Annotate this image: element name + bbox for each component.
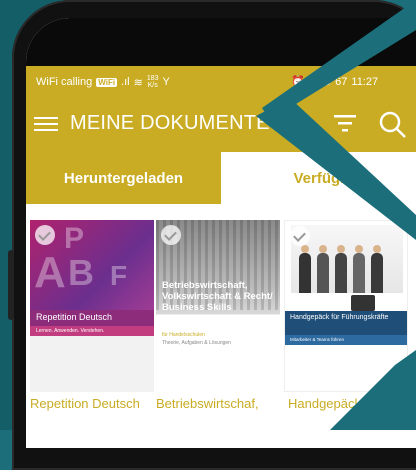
book-cover-handgepaeck[interactable]: Handgepäck für Führungskräfte Mitarbeite… [284, 220, 408, 392]
tab-bar: Heruntergeladen Verfügbar [26, 152, 416, 204]
book-cover-subtitle: Mitarbeiter & Teams führen [285, 335, 407, 345]
time-label: 11:27 [351, 75, 379, 88]
carrier-label: WiFi calling [36, 76, 93, 88]
app-bar: MEINE DOKUMENTE [26, 96, 416, 152]
select-check-icon[interactable] [290, 226, 310, 246]
phone-side-button [8, 250, 14, 320]
wifi-icon: ≋ [133, 76, 143, 89]
speed-value: 183 [146, 75, 159, 82]
tab-heruntergeladen[interactable]: Heruntergeladen [26, 152, 221, 204]
documents-grid: P A B F Repetition Deutsch Lernen. Anwen… [26, 204, 416, 448]
tab-verfuegbar[interactable]: Verfügbar [221, 152, 416, 204]
book-caption[interactable]: Repetition Deutsch [30, 396, 140, 411]
signal-icon: .ıl [121, 76, 130, 88]
book-cover-title-text: Handgepäck für Führungskräfte [290, 314, 389, 321]
book-cover-subtitle: Lernen. Anwenden. Verstehen. [30, 326, 154, 336]
book-cover-title: Repetition Deutsch [30, 310, 154, 326]
battery-percent: 67 [335, 75, 348, 88]
search-icon[interactable] [378, 110, 408, 138]
book-cover-title: Handgepäck für Führungskräfte [285, 311, 407, 335]
status-bar: WiFi calling WiFi .ıl ≋ 183 K/s Y ⏰ ∗ ✆ 6… [26, 66, 416, 96]
book-cover-subtitle: für Handelsschulen [162, 332, 205, 338]
phone-icon: ✆ [321, 76, 332, 88]
cover-suitcase-illustration [351, 295, 375, 311]
book-cover-subtitle-2: Theorie, Aufgaben & Lösungen [162, 340, 231, 346]
network-speed: 183 K/s [147, 75, 159, 89]
book-cover-repetition-deutsch[interactable]: P A B F Repetition Deutsch Lernen. Anwen… [30, 220, 154, 392]
filter-icon[interactable] [334, 114, 356, 132]
select-check-icon[interactable] [161, 225, 181, 245]
wifi-calling-badge: WiFi [96, 77, 118, 87]
phone-screen: WiFi calling WiFi .ıl ≋ 183 K/s Y ⏰ ∗ ✆ 6… [26, 18, 416, 448]
book-cover-title: Betriebswirtschaft, Volkswirtschaft & Re… [162, 280, 273, 313]
menu-icon[interactable] [34, 113, 58, 133]
alarm-icon: ⏰ [291, 76, 305, 88]
bluetooth-icon: ∗ [308, 76, 318, 88]
antenna-icon: Y [162, 76, 170, 88]
phone-top-bezel [26, 18, 416, 66]
book-cover-bottom [30, 336, 154, 392]
book-caption[interactable]: Betriebswirtschaf, [156, 396, 259, 411]
book-cover-betriebswirtschaft[interactable]: Betriebswirtschaft, Volkswirtschaft & Re… [156, 220, 280, 392]
book-caption[interactable]: Handgepäck [288, 396, 361, 411]
select-check-icon[interactable] [35, 225, 55, 245]
hierarchy-icon[interactable] [292, 110, 314, 134]
page-title: MEINE DOKUMENTE [70, 112, 270, 134]
speed-unit: K/s [147, 82, 158, 89]
